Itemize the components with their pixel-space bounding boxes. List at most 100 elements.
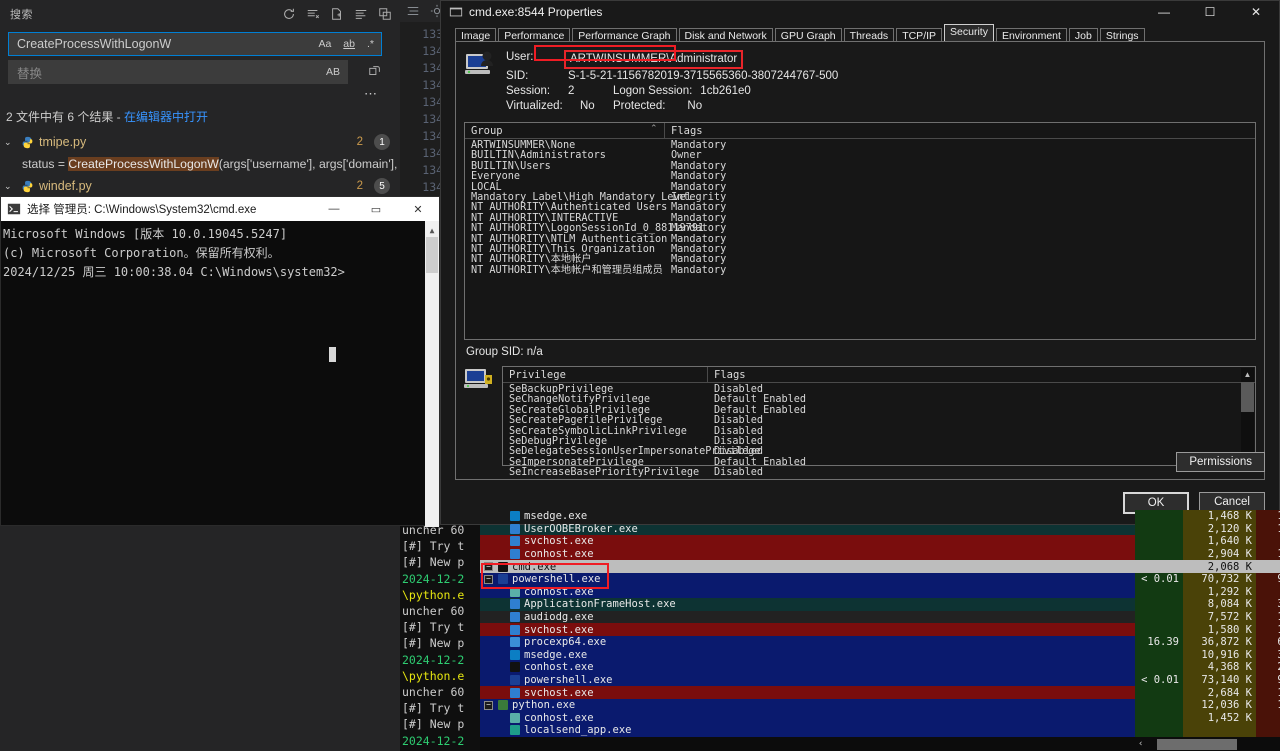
process-row[interactable]: procexp64.exe 16.39 36,872 K 69,756 K <box>480 635 1280 649</box>
cmd-scrollbar[interactable]: ▲ <box>425 221 439 527</box>
private-bytes-value: 4,368 K <box>1207 661 1252 674</box>
refresh-icon[interactable] <box>282 7 296 21</box>
group-row[interactable]: BUILTIN\Administrators Owner <box>465 150 1255 161</box>
expander-collapse-icon[interactable]: − <box>484 574 493 584</box>
scroll-left-icon[interactable]: ‹ <box>1135 739 1143 749</box>
process-row[interactable]: conhost.exe 2,904 K 13,672 K <box>480 547 1280 561</box>
dialog-minimize-button[interactable]: — <box>1141 1 1187 23</box>
cpu-column-cell <box>1135 585 1183 599</box>
cpu-value: 16.39 <box>1147 636 1179 649</box>
permissions-button[interactable]: Permissions <box>1176 452 1265 472</box>
privileges-listbox[interactable]: Privilege Flags SeBackupPrivilege Disable… <box>502 366 1256 478</box>
privileges-scrollbar[interactable]: ▲ ▼ <box>1241 368 1254 464</box>
scroll-up-icon[interactable]: ▲ <box>1241 368 1254 381</box>
scroll-thumb[interactable] <box>1241 382 1254 412</box>
privilege-flags-column-header[interactable]: Flags <box>708 367 828 383</box>
open-new-search-editor-icon[interactable] <box>330 7 344 21</box>
hscroll-thumb[interactable] <box>1157 738 1238 750</box>
group-sid-row: Group SID: n/a <box>456 340 1264 362</box>
cpu-column-cell <box>1135 547 1183 561</box>
private-bytes-value: 10,916 K <box>1201 648 1252 661</box>
replace-input[interactable]: 替换 AB <box>8 60 348 84</box>
process-name: svchost.exe <box>524 623 594 636</box>
process-name: conhost.exe <box>524 661 594 674</box>
process-row[interactable]: svchost.exe 1,640 K 8,172 K <box>480 535 1280 548</box>
chevron-down-icon[interactable]: ⌄ <box>4 137 16 148</box>
privilege-row[interactable]: SeIncreaseBasePriorityPrivilege Disabled <box>503 467 1255 478</box>
integrated-terminal[interactable]: ⌄ uncher 60[#] Try t[#] New p2024-12-2\p… <box>400 510 480 751</box>
process-row[interactable]: localsend_app.exe <box>480 724 1280 737</box>
cmd-console-output[interactable]: Microsoft Windows [版本 10.0.19045.5247] (c… <box>1 221 439 527</box>
process-row[interactable]: powershell.exe < 0.01 73,140 K 91,976 K <box>480 673 1280 687</box>
process-row[interactable]: − python.exe 12,036 K 18,992 K <box>480 698 1280 712</box>
privilege-row[interactable]: SeCreatePagefilePrivilege Disabled <box>503 415 1255 427</box>
split-editor-icon[interactable] <box>406 4 420 18</box>
view-as-tree-icon[interactable] <box>354 7 368 21</box>
group-table-header[interactable]: Group Flags <box>465 122 1255 139</box>
process-row[interactable]: conhost.exe 1,292 K 7,072 K <box>480 585 1280 599</box>
user-token-icon <box>464 50 496 80</box>
process-explorer-list[interactable]: msedge.exe1,468 K19,528 KUserOOBEBroker.… <box>480 510 1280 751</box>
logon-session-label: Logon Session: <box>613 85 693 97</box>
cmd-scroll-thumb[interactable] <box>426 237 438 273</box>
cmd-output-line: (c) Microsoft Corporation。保留所有权利。 <box>3 246 280 260</box>
process-row[interactable]: svchost.exe 2,684 K 13,128 K <box>480 686 1280 699</box>
terminal-line: \python.e <box>402 587 465 602</box>
group-row[interactable]: NT AUTHORITY\LogonSessionId_0_88119791 Ma… <box>465 223 1255 234</box>
group-row[interactable]: BUILTIN\Users Mandatory <box>465 161 1255 172</box>
process-row[interactable]: conhost.exe 1,452 K 7,268 K <box>480 711 1280 725</box>
process-row[interactable]: − powershell.exe < 0.01 70,732 K 91,788 K <box>480 572 1280 586</box>
whole-word-icon[interactable]: ab <box>340 38 358 51</box>
cmd-minimize-button[interactable]: — <box>313 197 355 221</box>
expander-collapse-icon[interactable]: − <box>484 700 493 710</box>
process-row[interactable]: ApplicationFrameHost.exe 8,084 K 33,872 K <box>480 598 1280 611</box>
preserve-case-icon[interactable]: AB <box>323 66 343 79</box>
chevron-down-icon[interactable]: ⌄ <box>4 181 16 192</box>
dialog-maximize-button[interactable]: ☐ <box>1187 1 1233 23</box>
privilege-table-header[interactable]: Privilege Flags <box>503 366 1255 383</box>
process-properties-dialog[interactable]: cmd.exe:8544 Properties — ☐ ✕ Image Perfo… <box>440 0 1280 525</box>
cmd-close-button[interactable]: ✕ <box>397 197 439 221</box>
privilege-flag: Disabled <box>714 415 764 427</box>
private-bytes-value: 1,640 K <box>1207 535 1252 548</box>
group-listbox[interactable]: Group Flags ⌃ ARTWINSUMMER\None Mandatory… <box>464 122 1256 340</box>
search-result-file[interactable]: ⌄ windef.py 2 5 <box>0 175 400 197</box>
search-result-file[interactable]: ⌄ tmipe.py 2 1 <box>0 131 400 153</box>
match-case-icon[interactable]: Aa <box>315 38 334 51</box>
search-details-toggle[interactable]: ⋯ <box>4 84 392 102</box>
group-row[interactable]: NT AUTHORITY\本地帐户和管理员组成员 Mandatory <box>465 265 1255 276</box>
process-row[interactable]: UserOOBEBroker.exe 2,120 K 10,772 K <box>480 522 1280 536</box>
process-name: cmd.exe <box>512 560 557 573</box>
cmd-maximize-button[interactable]: ▭ <box>355 197 397 221</box>
cpu-column-cell <box>1135 711 1183 725</box>
clear-search-results-icon[interactable] <box>306 7 320 21</box>
cpu-value: < 0.01 <box>1141 674 1179 687</box>
process-row[interactable]: svchost.exe 1,580 K 12,200 K <box>480 623 1280 636</box>
search-result-line[interactable]: status = CreateProcessWithLogonW(args['u… <box>0 153 400 175</box>
group-flags-column-header[interactable]: Flags <box>665 123 785 139</box>
process-row[interactable]: msedge.exe 1,468 K 19,528 K <box>480 510 1280 523</box>
use-regex-icon[interactable]: .* <box>364 38 377 51</box>
cmd-titlebar[interactable]: 选择 管理员: C:\Windows\System32\cmd.exe — ▭ … <box>1 197 439 221</box>
replace-all-icon[interactable] <box>368 64 382 78</box>
group-row[interactable]: Everyone Mandatory <box>465 171 1255 182</box>
dialog-titlebar[interactable]: cmd.exe:8544 Properties — ☐ ✕ <box>441 1 1279 23</box>
process-row[interactable]: − cmd.exe 2,068 K 4,684 K <box>480 560 1280 573</box>
process-row[interactable]: conhost.exe 4,368 K 21,228 K <box>480 661 1280 674</box>
open-in-editor-link[interactable]: 在编辑器中打开 <box>124 110 208 124</box>
process-row[interactable]: audiodg.exe 7,572 K 15,236 K <box>480 610 1280 624</box>
expander-collapse-icon[interactable]: − <box>484 562 493 572</box>
privilege-row[interactable]: SeCreateSymbolicLinkPrivilege Disabled <box>503 426 1255 437</box>
search-input[interactable]: CreateProcessWithLogonW Aa ab .* <box>8 32 382 56</box>
privilege-column-header[interactable]: Privilege <box>503 366 708 383</box>
cmd-console-window[interactable]: 选择 管理员: C:\Windows\System32\cmd.exe — ▭ … <box>0 196 440 527</box>
group-column-header[interactable]: Group <box>465 122 665 139</box>
group-sid-value: n/a <box>526 346 543 358</box>
process-list-hscrollbar[interactable]: ‹ <box>1135 737 1280 751</box>
dialog-close-button[interactable]: ✕ <box>1233 1 1279 23</box>
collapse-all-icon[interactable] <box>378 7 392 21</box>
process-row[interactable]: msedge.exe 10,916 K 34,948 K <box>480 648 1280 662</box>
cmd-scroll-up-icon[interactable]: ▲ <box>425 221 439 235</box>
